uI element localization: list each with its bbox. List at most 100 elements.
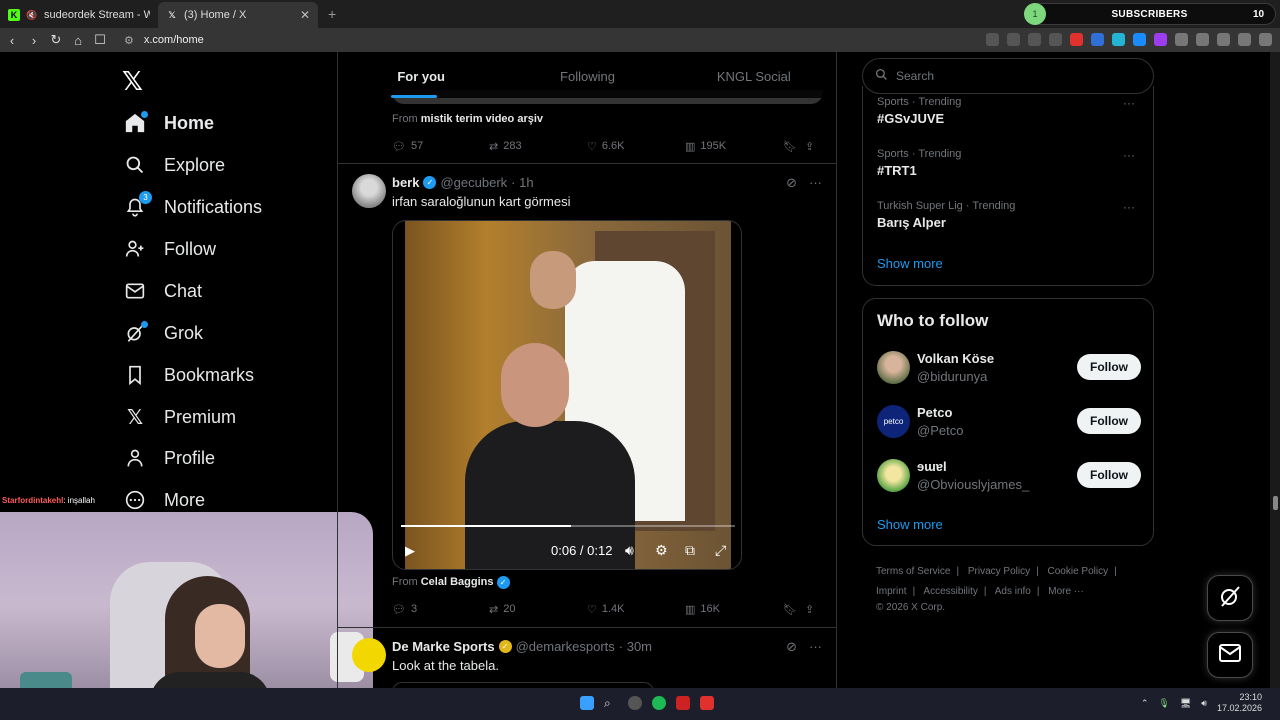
trend-item[interactable]: Sports · Trending #TRT1 ··· — [877, 148, 1143, 178]
author-handle[interactable]: @gecuberk — [440, 175, 507, 190]
fullscreen-icon[interactable]: ⤢ — [715, 542, 726, 559]
footer-link-cookie[interactable]: Cookie Policy — [1048, 566, 1109, 577]
sidebar-icon[interactable] — [1196, 33, 1209, 46]
trends-show-more[interactable]: Show more — [877, 256, 943, 271]
author-name[interactable]: berk — [392, 175, 419, 190]
extension-icon[interactable] — [1154, 33, 1167, 46]
repost-button[interactable]: ⇄ 20 — [489, 603, 587, 616]
home-button[interactable]: ⌂ — [68, 33, 88, 48]
trend-item[interactable]: Turkish Super Lig · Trending Barış Alper… — [877, 200, 1143, 230]
tab-kick-stream[interactable]: K 🔇 sudeordek Stream - Watch Live o — [0, 2, 158, 28]
tab-following[interactable]: Following — [504, 52, 670, 98]
footer-link-imprint[interactable]: Imprint — [876, 586, 907, 597]
nav-follow[interactable]: Follow — [124, 231, 216, 267]
avatar[interactable] — [352, 638, 386, 672]
share-button[interactable]: ⇪ — [805, 140, 814, 153]
bookmark-button[interactable]: 🔖︎ — [783, 140, 805, 153]
page-scrollbar[interactable] — [1270, 52, 1280, 688]
settings-icon[interactable]: ⚙ — [655, 542, 668, 559]
extension-icon[interactable] — [1133, 33, 1146, 46]
footer-link-terms[interactable]: Terms of Service — [876, 566, 950, 577]
account-name[interactable]: Volkan Köse — [917, 351, 994, 366]
vpn-icon[interactable] — [1238, 33, 1251, 46]
like-button[interactable]: ♡ 6.6K — [587, 140, 685, 153]
bookmark-page-button[interactable]: ☐ — [90, 32, 110, 48]
extension-icon[interactable] — [1112, 33, 1125, 46]
views-button[interactable]: ▥ 195K — [685, 140, 783, 153]
tweet-time[interactable]: · 1h — [511, 175, 533, 190]
more-icon[interactable]: ··· — [1123, 200, 1135, 214]
footer-link-privacy[interactable]: Privacy Policy — [968, 566, 1030, 577]
url-field[interactable]: ⚙ x.com/home — [124, 34, 204, 47]
avatar[interactable]: petco — [877, 405, 910, 438]
avatar[interactable] — [877, 459, 910, 492]
more-icon[interactable]: ··· — [809, 175, 822, 191]
follow-suggestion[interactable]: petco Petco @Petco Follow — [877, 403, 1141, 443]
chevron-up-icon[interactable]: ⌃ — [1141, 698, 1149, 709]
footer-link-accessibility[interactable]: Accessibility — [923, 586, 977, 597]
more-icon[interactable]: ··· — [1123, 148, 1135, 162]
tweet-time[interactable]: · 30m — [619, 639, 652, 654]
brave-shield-icon[interactable] — [1070, 33, 1083, 46]
views-button[interactable]: ▥ 16K — [685, 603, 783, 616]
windows-start-icon[interactable] — [580, 696, 594, 710]
media-source-name[interactable]: Celal Baggins — [421, 576, 494, 588]
nav-explore[interactable]: Explore — [124, 147, 225, 183]
mute-icon[interactable]: 🔇 — [26, 9, 38, 21]
pip-icon[interactable]: ⧉ — [685, 542, 695, 559]
nav-chat[interactable]: Chat — [124, 273, 202, 309]
avatar[interactable] — [352, 174, 386, 208]
nav-home[interactable]: Home — [124, 105, 214, 141]
like-button[interactable]: ♡ 1.4K — [587, 603, 685, 616]
tab-kngl-social[interactable]: KNGL Social — [671, 52, 836, 98]
tab-for-you[interactable]: For you — [338, 52, 504, 98]
app-icon[interactable] — [676, 696, 690, 710]
follow-suggestion[interactable]: ɘɯɐl @Obviouslyjames_ Follow — [877, 457, 1141, 497]
play-icon[interactable]: ▶ — [405, 543, 415, 559]
music-icon[interactable] — [1217, 33, 1230, 46]
translate-icon[interactable] — [986, 33, 999, 46]
extension-icon[interactable] — [1091, 33, 1104, 46]
follow-suggestion[interactable]: Volkan Köse @bidurunya Follow — [877, 349, 1141, 389]
back-button[interactable]: ‹ — [2, 33, 22, 48]
nav-bookmarks[interactable]: Bookmarks — [124, 357, 254, 393]
cast-icon[interactable] — [1028, 33, 1041, 46]
nav-profile[interactable]: Profile — [124, 440, 215, 476]
more-icon[interactable]: ··· — [1123, 96, 1135, 110]
footer-link-more[interactable]: More ··· — [1048, 586, 1084, 597]
site-info-icon[interactable]: ⚙ — [124, 34, 134, 47]
bookmark-button[interactable]: 🔖︎ — [783, 603, 805, 616]
grok-floating-button[interactable] — [1207, 575, 1253, 621]
volume-icon[interactable]: 🔊︎ — [625, 542, 634, 559]
account-name[interactable]: Petco — [917, 405, 952, 420]
tweet-video[interactable]: ▶ 0:06 / 0:12 🔊︎ ⚙ ⧉ ⤢ — [392, 220, 742, 570]
more-icon[interactable]: ··· — [809, 639, 822, 655]
app-icon[interactable] — [628, 696, 642, 710]
nav-notifications[interactable]: 3 Notifications — [124, 189, 262, 225]
clock[interactable]: 23:10 17.02.2026 — [1217, 692, 1262, 714]
puzzle-icon[interactable] — [1175, 33, 1188, 46]
volume-icon[interactable]: 🔊︎ — [1201, 698, 1207, 709]
trend-item[interactable]: Sports · Trending #GSvJUVE ··· — [877, 96, 1143, 126]
video-progress-bar[interactable] — [401, 525, 735, 527]
spotify-icon[interactable] — [652, 696, 666, 710]
menu-icon[interactable] — [1259, 33, 1272, 46]
mic-icon[interactable]: 🎙︎ — [1158, 698, 1169, 709]
follow-button[interactable]: Follow — [1077, 408, 1141, 434]
grok-icon[interactable]: ⊘ — [786, 175, 797, 191]
nav-grok[interactable]: Grok — [124, 315, 203, 351]
new-tab-button[interactable]: + — [328, 6, 336, 22]
author-name[interactable]: De Marke Sports — [392, 639, 495, 654]
repost-button[interactable]: ⇄ 283 — [489, 140, 587, 153]
forward-button[interactable]: › — [24, 33, 44, 48]
reply-button[interactable]: 💬︎ 57 — [392, 140, 489, 153]
nav-premium[interactable]: 𝕏 Premium — [124, 399, 236, 435]
follow-button[interactable]: Follow — [1077, 462, 1141, 488]
reply-button[interactable]: 💬︎ 3 — [392, 603, 489, 616]
reload-button[interactable]: ↻ — [46, 32, 66, 48]
who-to-follow-show-more[interactable]: Show more — [877, 517, 943, 532]
footer-link-ads[interactable]: Ads info — [995, 586, 1031, 597]
search-icon[interactable]: ⌕ — [604, 696, 618, 710]
close-tab-icon[interactable]: ✕ — [300, 8, 310, 22]
account-name[interactable]: ɘɯɐl — [917, 459, 947, 474]
